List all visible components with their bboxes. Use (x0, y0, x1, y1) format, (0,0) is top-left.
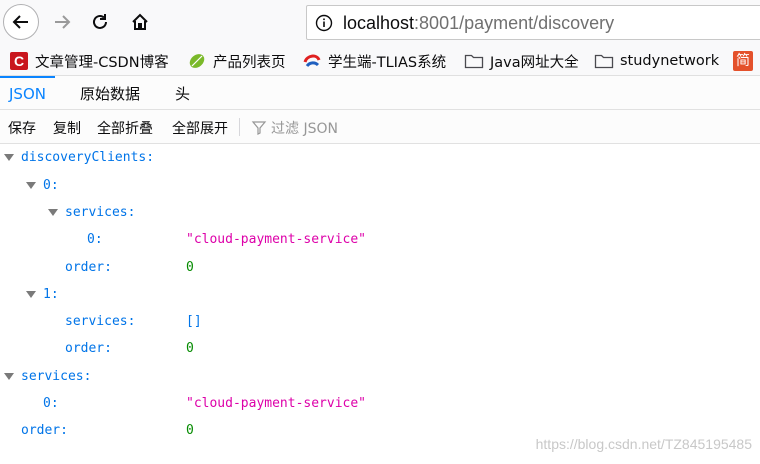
copy-button[interactable]: 复制 (53, 118, 81, 138)
tab-headers[interactable]: 头 (166, 76, 199, 109)
back-button[interactable] (3, 4, 39, 40)
bookmark-tlias[interactable]: 学生端-TLIAS系统 (302, 50, 446, 72)
collapse-arrow-icon[interactable] (26, 291, 36, 298)
bookmark-label: studynetwork (620, 53, 720, 69)
toolbar-divider (239, 118, 240, 136)
tab-json[interactable]: JSON (0, 76, 55, 111)
site-info-icon[interactable] (315, 14, 333, 32)
url-text: localhost:8001/payment/discovery (343, 13, 614, 34)
filter-json-input[interactable]: 过滤 JSON (251, 118, 338, 138)
bookmark-label: 文章管理-CSDN博客 (35, 54, 169, 71)
tree-row[interactable]: services: [] (0, 308, 760, 335)
watermark-text: https://blog.csdn.net/TZ845195485 (535, 436, 752, 452)
tree-row[interactable]: discoveryClients: (0, 144, 760, 171)
json-string-value: "cloud-payment-service" (186, 232, 367, 247)
json-key: order: (65, 341, 112, 356)
json-number-value: 0 (186, 260, 194, 275)
json-number-value: 0 (186, 423, 194, 438)
json-key: 0: (43, 178, 59, 193)
json-key: order: (21, 423, 68, 438)
bookmark-jian[interactable]: 简 (733, 50, 753, 72)
json-key: 0: (43, 396, 59, 411)
back-arrow-icon (12, 15, 28, 29)
tree-row[interactable]: order: 0 (0, 254, 760, 281)
tree-row[interactable]: 0: "cloud-payment-service" (0, 226, 760, 253)
forward-button[interactable] (44, 4, 80, 40)
folder-icon (594, 51, 614, 71)
navigation-toolbar: localhost:8001/payment/discovery (0, 0, 760, 45)
collapse-arrow-icon[interactable] (4, 373, 14, 380)
collapse-arrow-icon[interactable] (26, 182, 36, 189)
json-key: services: (21, 369, 92, 384)
bookmarks-toolbar: C 文章管理-CSDN博客 产品列表页 学生端-TLIAS系统 Java网址大全… (0, 45, 760, 76)
bookmark-java-sites[interactable]: Java网址大全 (464, 50, 579, 72)
bookmark-label: 学生端-TLIAS系统 (328, 54, 447, 71)
json-key: services: (65, 205, 136, 220)
expand-all-button[interactable]: 全部展开 (172, 118, 228, 138)
collapse-arrow-icon[interactable] (4, 154, 14, 161)
json-key: 1: (43, 287, 59, 302)
home-button[interactable] (122, 4, 158, 40)
tree-row[interactable]: services: (0, 363, 760, 390)
address-bar[interactable]: localhost:8001/payment/discovery (306, 5, 760, 40)
json-key: services: (65, 314, 136, 329)
reload-button[interactable] (82, 4, 118, 40)
tree-row[interactable]: 1: (0, 281, 760, 308)
folder-icon (464, 51, 484, 71)
json-tree: discoveryClients: 0: services: 0: "cloud… (0, 144, 760, 464)
url-path: :8001/payment/discovery (414, 13, 615, 33)
bookmark-studynetwork[interactable]: studynetwork (594, 50, 719, 72)
filter-placeholder: 过滤 JSON (271, 121, 338, 137)
tree-row[interactable]: services: (0, 199, 760, 226)
json-number-value: 0 (186, 341, 194, 356)
bookmark-product-list[interactable]: 产品列表页 (187, 50, 286, 72)
tlias-logo-icon (302, 51, 322, 71)
json-key: discoveryClients: (21, 150, 155, 165)
filter-icon (251, 121, 267, 135)
bookmark-label: 产品列表页 (213, 54, 286, 71)
bookmark-label: Java网址大全 (490, 54, 579, 71)
forward-arrow-icon (55, 15, 71, 29)
svg-text:C: C (14, 53, 24, 69)
collapse-arrow-icon[interactable] (48, 209, 58, 216)
leaf-icon (187, 51, 207, 71)
tab-raw-data[interactable]: 原始数据 (71, 76, 149, 109)
save-button[interactable]: 保存 (8, 118, 36, 138)
jian-badge-icon: 简 (733, 51, 753, 71)
json-string-value: "cloud-payment-service" (186, 396, 367, 411)
json-viewer-tabs: JSON 原始数据 头 (0, 76, 760, 110)
json-key: 0: (87, 232, 103, 247)
tree-row[interactable]: order: 0 (0, 335, 760, 362)
collapse-all-button[interactable]: 全部折叠 (97, 118, 153, 138)
json-toolbar: 保存 复制 全部折叠 全部展开 过滤 JSON (0, 110, 760, 144)
reload-icon (93, 14, 107, 29)
json-array-value: [] (186, 314, 202, 329)
json-key: order: (65, 260, 112, 275)
home-icon (132, 13, 148, 30)
bookmark-csdn[interactable]: C 文章管理-CSDN博客 (9, 50, 169, 72)
tree-row[interactable]: 0: (0, 172, 760, 199)
tree-row[interactable]: 0: "cloud-payment-service" (0, 390, 760, 417)
csdn-logo-icon: C (9, 51, 29, 71)
url-host: localhost (343, 13, 415, 33)
